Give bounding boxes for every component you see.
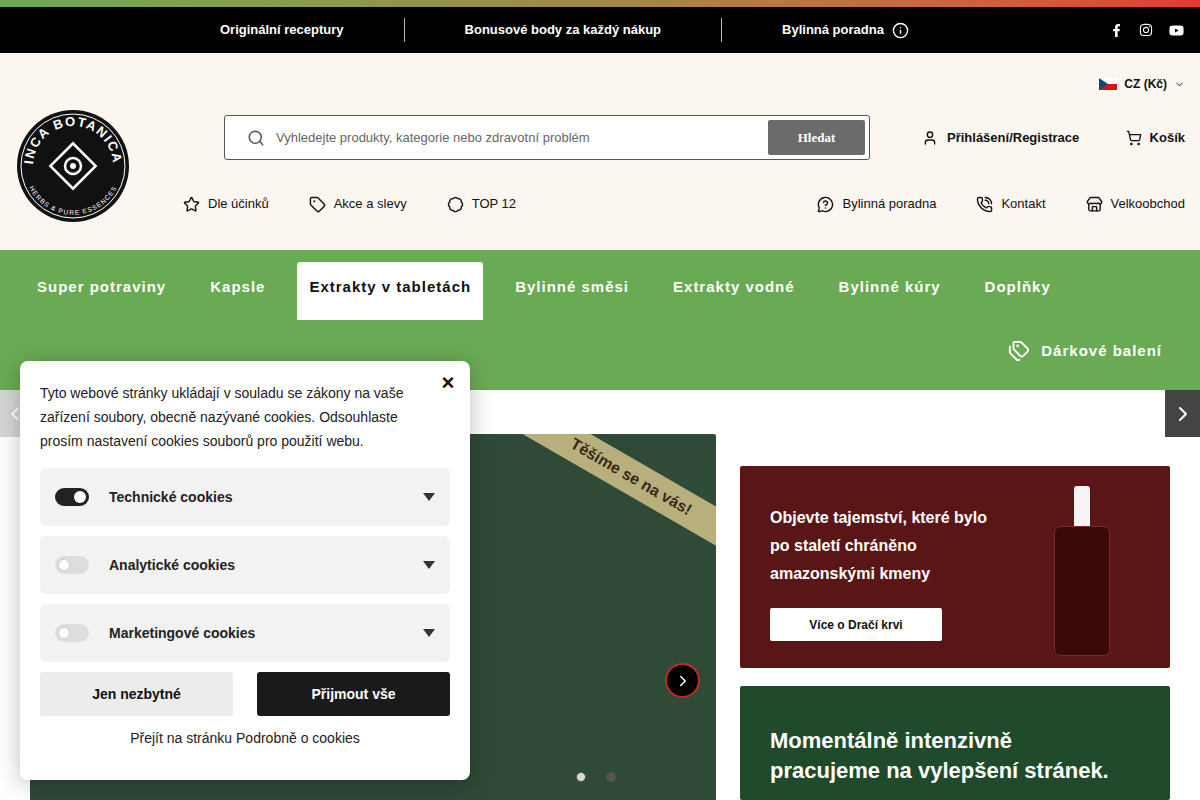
promo-button[interactable]: Více o Dračí krvi xyxy=(770,608,942,641)
service-link-icon xyxy=(976,196,993,213)
service-link[interactable]: Kontakt xyxy=(976,194,1045,214)
quick-link[interactable]: TOP 12 xyxy=(447,194,516,214)
chevron-down-icon xyxy=(1174,79,1185,90)
service-link[interactable]: Velkoobchod xyxy=(1086,194,1185,214)
slider-dot[interactable] xyxy=(606,772,616,782)
gift-link[interactable]: Dárkové balení xyxy=(1008,340,1162,363)
service-link[interactable]: Bylinná poradna xyxy=(817,194,936,214)
instagram-icon[interactable] xyxy=(1139,23,1153,37)
chevron-right-icon xyxy=(1171,402,1195,426)
promo-headline: po staletí chráněno xyxy=(770,532,1170,560)
chevron-right-icon xyxy=(674,672,692,690)
facebook-icon[interactable] xyxy=(1110,24,1123,37)
toggle[interactable] xyxy=(55,624,89,642)
category-tab[interactable]: Doplňky xyxy=(973,262,1063,320)
toggle[interactable] xyxy=(55,556,89,574)
youtube-icon[interactable] xyxy=(1169,23,1184,38)
topbar-item[interactable]: Bylinná poradna xyxy=(722,18,969,42)
info-icon xyxy=(892,22,909,39)
hero-next[interactable] xyxy=(665,663,700,698)
search-box[interactable]: Vyhledejte produkty, kategorie nebo zdra… xyxy=(224,115,870,160)
tags-icon xyxy=(1008,340,1030,362)
cookie-option[interactable]: Technické cookies xyxy=(40,468,450,526)
page: Originální recepturyBonusové body za kaž… xyxy=(0,0,1200,800)
promo-banner[interactable]: Momentálně intenzivněpracujeme na vylepš… xyxy=(740,686,1170,800)
service-link-icon xyxy=(817,196,834,213)
promo-headline: pracujeme na vylepšení stránek. xyxy=(770,756,1170,786)
currency-selector[interactable]: CZ (Kč) xyxy=(1099,75,1185,93)
topbar: Originální recepturyBonusové body za kaž… xyxy=(0,7,1200,53)
cookie-details-link[interactable]: Přejít na stránku Podrobně o cookies xyxy=(40,728,450,749)
top-strip xyxy=(0,0,1200,7)
quick-link-icon xyxy=(447,196,464,213)
promo-headline: Momentálně intenzivně xyxy=(770,726,1170,756)
category-tab[interactable]: Super potraviny xyxy=(25,262,178,320)
search-button[interactable]: Hledat xyxy=(768,120,865,155)
czech-flag-icon xyxy=(1099,78,1117,90)
quick-link[interactable]: Akce a slevy xyxy=(309,194,407,214)
slider-dot[interactable] xyxy=(576,772,586,782)
login-link[interactable]: Přihlášení/Registrace xyxy=(922,128,1079,148)
accept-button[interactable]: Přijmout vše xyxy=(257,672,450,716)
service-link-icon xyxy=(1086,196,1103,213)
hero-ribbon: Těšíme se na vás! xyxy=(514,434,716,554)
product-image xyxy=(1054,486,1110,656)
slider-next[interactable] xyxy=(1165,390,1200,437)
header: INCA BOTANICAHERBS & PURE ESSENCES CZ (Kč… xyxy=(0,53,1200,250)
promo-banner[interactable]: Objevte tajemství, které bylopo staletí … xyxy=(740,466,1170,668)
cart-icon xyxy=(1126,130,1142,146)
necessary-button[interactable]: Jen nezbytné xyxy=(40,672,233,716)
category-tab[interactable]: Extrakty v tabletách xyxy=(297,262,483,320)
close-button[interactable]: × xyxy=(436,371,460,395)
category-tab[interactable]: Kapsle xyxy=(198,262,277,320)
user-icon xyxy=(922,130,938,146)
cookie-text: Tyto webové stránky ukládají v souladu s… xyxy=(40,381,450,453)
category-tab[interactable]: Extrakty vodné xyxy=(661,262,807,320)
quick-link-icon xyxy=(309,196,326,213)
topbar-item[interactable]: Bonusové body za každý nákup xyxy=(405,18,723,42)
promo-headline: Objevte tajemství, které bylo xyxy=(770,504,1170,532)
cookie-dialog: ×Tyto webové stránky ukládají v souladu … xyxy=(20,361,470,780)
quick-link-icon xyxy=(183,196,200,213)
toggle[interactable] xyxy=(55,488,89,506)
promo-headline: amazonskými kmeny xyxy=(770,560,1170,588)
cookie-option[interactable]: Analytické cookies xyxy=(40,536,450,594)
expand-icon xyxy=(423,493,435,501)
expand-icon xyxy=(423,629,435,637)
search-icon xyxy=(247,129,265,147)
cookie-option[interactable]: Marketingové cookies xyxy=(40,604,450,662)
quick-link[interactable]: Dle účinků xyxy=(183,194,269,214)
category-tab[interactable]: Bylinné kúry xyxy=(827,262,953,320)
cart-link[interactable]: Košík xyxy=(1126,128,1200,148)
expand-icon xyxy=(423,561,435,569)
search-input[interactable]: Vyhledejte produkty, kategorie nebo zdra… xyxy=(276,128,768,148)
topbar-item[interactable]: Originální receptury xyxy=(160,18,405,42)
category-tab[interactable]: Bylinné směsi xyxy=(503,262,641,320)
logo[interactable]: INCA BOTANICAHERBS & PURE ESSENCES xyxy=(17,110,129,222)
